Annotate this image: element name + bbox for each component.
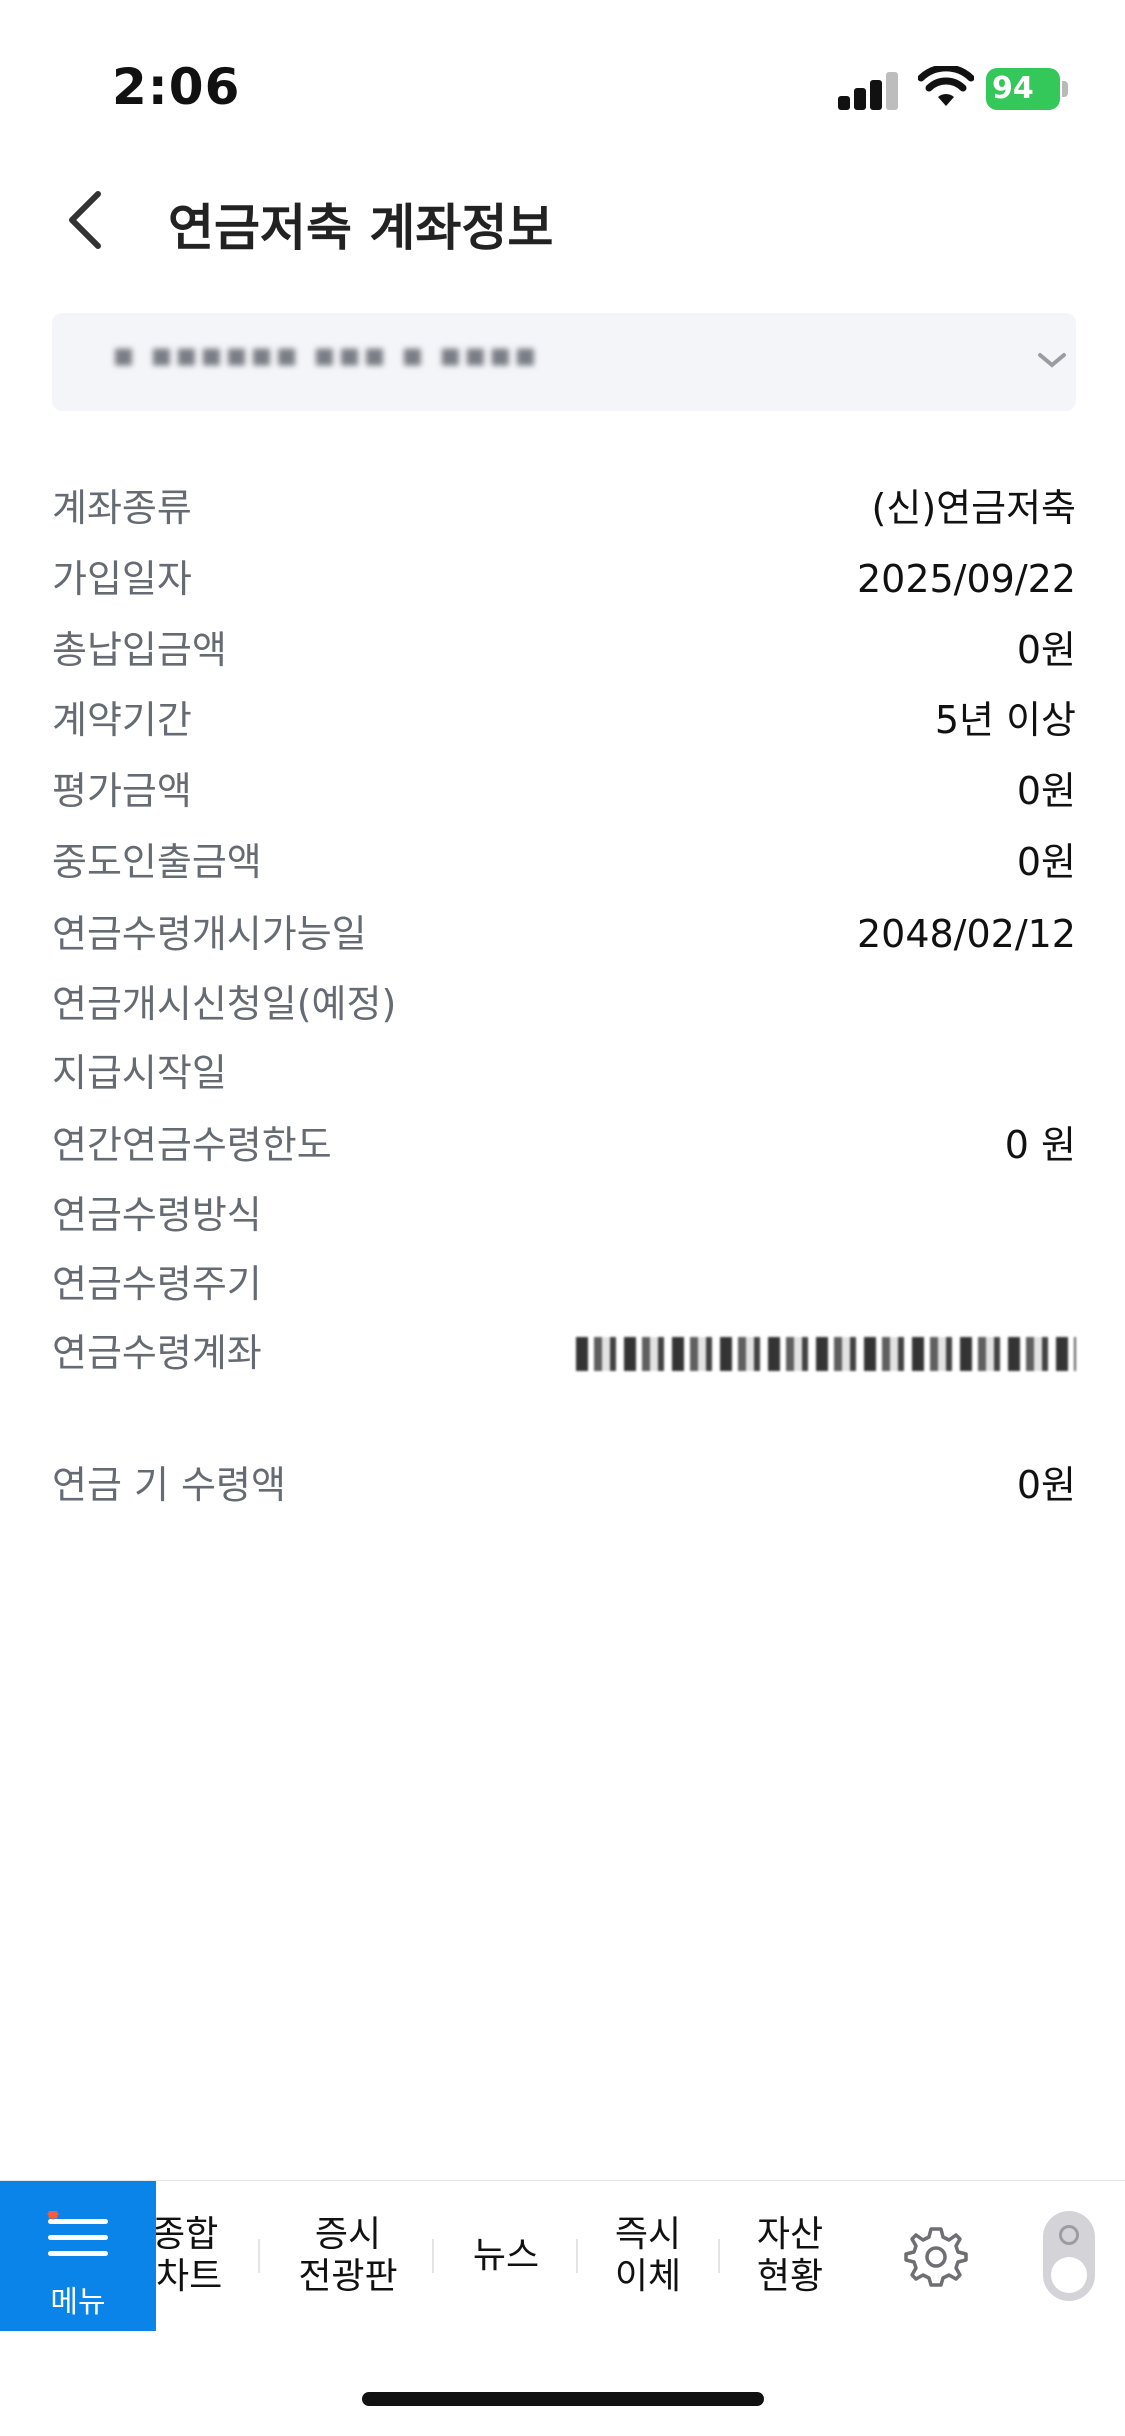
- header: 연금저축 계좌정보: [0, 170, 1125, 270]
- account-name: ▪ ▪▪▪▪▪▪ ▪▪▪ ▪ ▪▪▪▪: [112, 335, 539, 375]
- info-row-contract-period: 계약기간 5년 이상: [52, 698, 1076, 742]
- nav-item-chart[interactable]: 종합 차트: [156, 2181, 260, 2331]
- battery-level: 94: [986, 68, 1060, 110]
- info-row-annual-limit: 연간연금수령한도 0 원: [52, 1123, 1076, 1167]
- nav-item-instant-transfer[interactable]: 즉시 이체: [584, 2181, 712, 2331]
- wifi-icon: [918, 66, 974, 106]
- bottom-nav: 메뉴 종합 차트 증시 전광판 뉴스 즉시 이체 자산 현황: [0, 2180, 1125, 2331]
- gear-icon[interactable]: [900, 2221, 972, 2293]
- info-row-payout-method: 연금수령방식: [52, 1193, 262, 1237]
- info-row-pension-request-date: 연금개시신청일(예정): [52, 982, 397, 1026]
- nav-item-market-board[interactable]: 증시 전광판: [268, 2181, 428, 2331]
- nav-item-assets[interactable]: 자산 현황: [726, 2181, 854, 2331]
- info-row-payout-cycle: 연금수령주기: [52, 1262, 262, 1306]
- account-select[interactable]: ▪ ▪▪▪▪▪▪ ▪▪▪ ▪ ▪▪▪▪: [52, 313, 1076, 411]
- info-row-valuation: 평가금액 0원: [52, 769, 1076, 813]
- home-indicator: [362, 2392, 764, 2406]
- status-bar: 2:06 94: [0, 0, 1125, 140]
- nav-item-news[interactable]: 뉴스: [440, 2181, 572, 2331]
- info-row-withdrawal: 중도인출금액 0원: [52, 840, 1076, 884]
- cellular-signal-icon: [838, 70, 900, 110]
- hamburger-menu-icon: [47, 2211, 108, 2256]
- menu-button[interactable]: 메뉴: [0, 2181, 156, 2331]
- info-row-total-paid: 총납입금액 0원: [52, 628, 1076, 672]
- toggle-switch[interactable]: [1043, 2211, 1095, 2301]
- page-title: 연금저축 계좌정보: [168, 199, 554, 257]
- info-row-join-date: 가입일자 2025/09/22: [52, 557, 1076, 601]
- info-row-account-type: 계좌종류 (신)연금저축: [52, 486, 1076, 530]
- masked-account-number: [576, 1337, 1076, 1371]
- info-row-received-amount: 연금 기 수령액 0원: [52, 1463, 1076, 1507]
- battery-icon: 94: [986, 68, 1068, 110]
- menu-label: 메뉴: [50, 2285, 106, 2320]
- info-row-payout-account: 연금수령계좌: [52, 1323, 1076, 1383]
- info-row-payment-start: 지급시작일: [52, 1051, 227, 1095]
- info-row-pension-start-available: 연금수령개시가능일 2048/02/12: [52, 912, 1076, 956]
- status-time: 2:06: [112, 58, 241, 116]
- back-button[interactable]: [50, 180, 130, 260]
- chevron-down-icon: [1038, 353, 1066, 368]
